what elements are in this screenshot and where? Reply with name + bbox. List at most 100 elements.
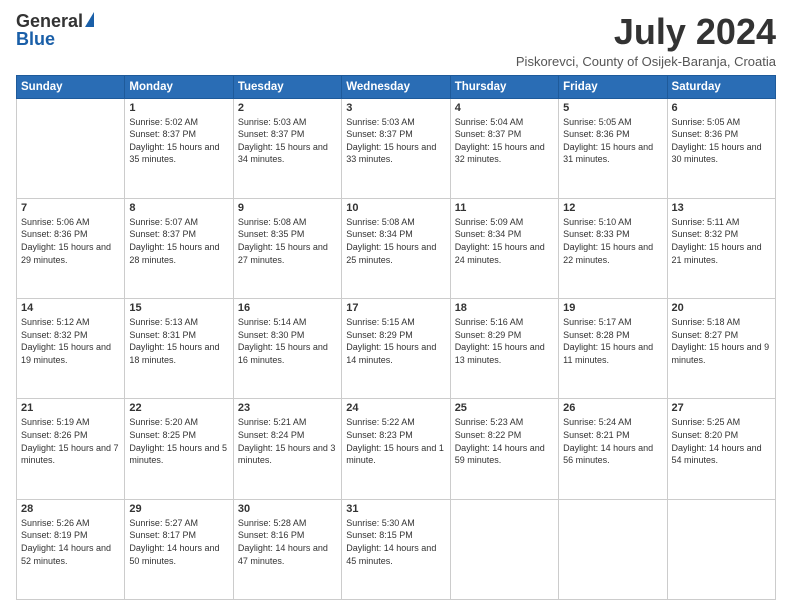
cell-info-23: Sunrise: 5:21 AMSunset: 8:24 PMDaylight:…: [238, 416, 337, 466]
cell-w1-d4: 3Sunrise: 5:03 AMSunset: 8:37 PMDaylight…: [342, 98, 450, 198]
cell-w2-d7: 13 Sunrise: 5:11 AMSunset: 8:32 PMDayligh…: [667, 198, 775, 298]
col-monday: Monday: [125, 75, 233, 98]
week-row-3: 14 Sunrise: 5:12 AMSunset: 8:32 PMDayligh…: [17, 299, 776, 399]
day-number-17: 17: [346, 302, 445, 314]
cell-info-15: Sunrise: 5:13 AMSunset: 8:31 PMDaylight:…: [129, 316, 228, 366]
cell-info-7: Sunrise: 5:06 AMSunset: 8:36 PMDaylight:…: [21, 216, 120, 266]
cell-w3-d1: 14 Sunrise: 5:12 AMSunset: 8:32 PMDayligh…: [17, 299, 125, 399]
day-number-3: 3: [346, 102, 445, 114]
cell-info-11: Sunrise: 5:09 AMSunset: 8:34 PMDaylight:…: [455, 216, 554, 266]
cell-w4-d3: 23 Sunrise: 5:21 AMSunset: 8:24 PMDayligh…: [233, 399, 341, 499]
cell-info-24: Sunrise: 5:22 AMSunset: 8:23 PMDaylight:…: [346, 416, 445, 466]
day-number-12: 12: [563, 202, 662, 214]
cell-w1-d6: 5 Sunrise: 5:05 AMSunset: 8:36 PMDaylight…: [559, 98, 667, 198]
cell-w5-d4: 31 Sunrise: 5:30 AMSunset: 8:15 PMDayligh…: [342, 499, 450, 599]
cell-info-9: Sunrise: 5:08 AMSunset: 8:35 PMDaylight:…: [238, 216, 337, 266]
cell-info-28: Sunrise: 5:26 AMSunset: 8:19 PMDaylight:…: [21, 517, 120, 567]
cell-w1-d5: 4 Sunrise: 5:04 AMSunset: 8:37 PMDaylight…: [450, 98, 558, 198]
calendar-header-row: Sunday Monday Tuesday Wednesday Thursday…: [17, 75, 776, 98]
cell-info-25: Sunrise: 5:23 AMSunset: 8:22 PMDaylight:…: [455, 416, 554, 466]
logo-general: General: [16, 12, 83, 30]
cell-w3-d7: 20Sunrise: 5:18 AMSunset: 8:27 PMDayligh…: [667, 299, 775, 399]
cell-w2-d4: 10 Sunrise: 5:08 AMSunset: 8:34 PMDayligh…: [342, 198, 450, 298]
day-number-4: 4: [455, 102, 554, 114]
col-thursday: Thursday: [450, 75, 558, 98]
day-number-25: 25: [455, 402, 554, 414]
cell-info-20: Sunrise: 5:18 AMSunset: 8:27 PMDaylight:…: [672, 316, 771, 366]
cell-w3-d6: 19 Sunrise: 5:17 AMSunset: 8:28 PMDayligh…: [559, 299, 667, 399]
day-number-19: 19: [563, 302, 662, 314]
week-row-5: 28 Sunrise: 5:26 AMSunset: 8:19 PMDayligh…: [17, 499, 776, 599]
logo: General Blue: [16, 12, 94, 48]
cell-w1-d3: 2 Sunrise: 5:03 AMSunset: 8:37 PMDaylight…: [233, 98, 341, 198]
day-number-7: 7: [21, 202, 120, 214]
cell-w3-d4: 17 Sunrise: 5:15 AMSunset: 8:29 PMDayligh…: [342, 299, 450, 399]
day-number-15: 15: [129, 302, 228, 314]
cell-w1-d2: 1 Sunrise: 5:02 AMSunset: 8:37 PMDaylight…: [125, 98, 233, 198]
cell-w5-d7: [667, 499, 775, 599]
day-number-28: 28: [21, 503, 120, 515]
cell-w2-d5: 11 Sunrise: 5:09 AMSunset: 8:34 PMDayligh…: [450, 198, 558, 298]
cell-info-2: Sunrise: 5:03 AMSunset: 8:37 PMDaylight:…: [238, 116, 337, 166]
cell-info-30: Sunrise: 5:28 AMSunset: 8:16 PMDaylight:…: [238, 517, 337, 567]
day-number-22: 22: [129, 402, 228, 414]
day-number-10: 10: [346, 202, 445, 214]
day-number-8: 8: [129, 202, 228, 214]
cell-w4-d5: 25 Sunrise: 5:23 AMSunset: 8:22 PMDayligh…: [450, 399, 558, 499]
month-title: July 2024: [516, 12, 776, 52]
cell-info-19: Sunrise: 5:17 AMSunset: 8:28 PMDaylight:…: [563, 316, 662, 366]
cell-info-1: Sunrise: 5:02 AMSunset: 8:37 PMDaylight:…: [129, 116, 228, 166]
day-number-24: 24: [346, 402, 445, 414]
cell-w4-d2: 22 Sunrise: 5:20 AMSunset: 8:25 PMDayligh…: [125, 399, 233, 499]
cell-w4-d1: 21Sunrise: 5:19 AMSunset: 8:26 PMDayligh…: [17, 399, 125, 499]
cell-info-13: Sunrise: 5:11 AMSunset: 8:32 PMDaylight:…: [672, 216, 771, 266]
cell-w2-d3: 9Sunrise: 5:08 AMSunset: 8:35 PMDaylight…: [233, 198, 341, 298]
day-number-13: 13: [672, 202, 771, 214]
day-number-16: 16: [238, 302, 337, 314]
cell-info-31: Sunrise: 5:30 AMSunset: 8:15 PMDaylight:…: [346, 517, 445, 567]
cell-w5-d6: [559, 499, 667, 599]
day-number-27: 27: [672, 402, 771, 414]
cell-w1-d7: 6 Sunrise: 5:05 AMSunset: 8:36 PMDaylight…: [667, 98, 775, 198]
day-number-6: 6: [672, 102, 771, 114]
cell-info-6: Sunrise: 5:05 AMSunset: 8:36 PMDaylight:…: [672, 116, 771, 166]
col-wednesday: Wednesday: [342, 75, 450, 98]
cell-w5-d3: 30 Sunrise: 5:28 AMSunset: 8:16 PMDayligh…: [233, 499, 341, 599]
day-number-2: 2: [238, 102, 337, 114]
cell-info-22: Sunrise: 5:20 AMSunset: 8:25 PMDaylight:…: [129, 416, 228, 466]
cell-info-21: Sunrise: 5:19 AMSunset: 8:26 PMDaylight:…: [21, 416, 120, 466]
cell-info-4: Sunrise: 5:04 AMSunset: 8:37 PMDaylight:…: [455, 116, 554, 166]
day-number-26: 26: [563, 402, 662, 414]
cell-w5-d5: [450, 499, 558, 599]
day-number-1: 1: [129, 102, 228, 114]
week-row-2: 7 Sunrise: 5:06 AMSunset: 8:36 PMDaylight…: [17, 198, 776, 298]
location: Piskorevci, County of Osijek-Baranja, Cr…: [516, 54, 776, 69]
day-number-18: 18: [455, 302, 554, 314]
col-saturday: Saturday: [667, 75, 775, 98]
day-number-14: 14: [21, 302, 120, 314]
cell-info-12: Sunrise: 5:10 AMSunset: 8:33 PMDaylight:…: [563, 216, 662, 266]
day-number-31: 31: [346, 503, 445, 515]
col-friday: Friday: [559, 75, 667, 98]
day-number-23: 23: [238, 402, 337, 414]
cell-w2-d6: 12 Sunrise: 5:10 AMSunset: 8:33 PMDayligh…: [559, 198, 667, 298]
cell-info-16: Sunrise: 5:14 AMSunset: 8:30 PMDaylight:…: [238, 316, 337, 366]
cell-w4-d6: 26 Sunrise: 5:24 AMSunset: 8:21 PMDayligh…: [559, 399, 667, 499]
logo-blue: Blue: [16, 30, 55, 48]
cell-info-10: Sunrise: 5:08 AMSunset: 8:34 PMDaylight:…: [346, 216, 445, 266]
cell-w4-d7: 27Sunrise: 5:25 AMSunset: 8:20 PMDayligh…: [667, 399, 775, 499]
calendar-table: Sunday Monday Tuesday Wednesday Thursday…: [16, 75, 776, 600]
cell-info-17: Sunrise: 5:15 AMSunset: 8:29 PMDaylight:…: [346, 316, 445, 366]
logo-triangle-icon: [85, 12, 94, 27]
cell-info-26: Sunrise: 5:24 AMSunset: 8:21 PMDaylight:…: [563, 416, 662, 466]
cell-info-14: Sunrise: 5:12 AMSunset: 8:32 PMDaylight:…: [21, 316, 120, 366]
day-number-11: 11: [455, 202, 554, 214]
header: General Blue July 2024 Piskorevci, Count…: [16, 12, 776, 69]
day-number-5: 5: [563, 102, 662, 114]
cell-info-8: Sunrise: 5:07 AMSunset: 8:37 PMDaylight:…: [129, 216, 228, 266]
cell-info-5: Sunrise: 5:05 AMSunset: 8:36 PMDaylight:…: [563, 116, 662, 166]
cell-w5-d2: 29Sunrise: 5:27 AMSunset: 8:17 PMDayligh…: [125, 499, 233, 599]
cell-info-29: Sunrise: 5:27 AMSunset: 8:17 PMDaylight:…: [129, 517, 228, 567]
day-number-30: 30: [238, 503, 337, 515]
cell-w2-d1: 7 Sunrise: 5:06 AMSunset: 8:36 PMDaylight…: [17, 198, 125, 298]
